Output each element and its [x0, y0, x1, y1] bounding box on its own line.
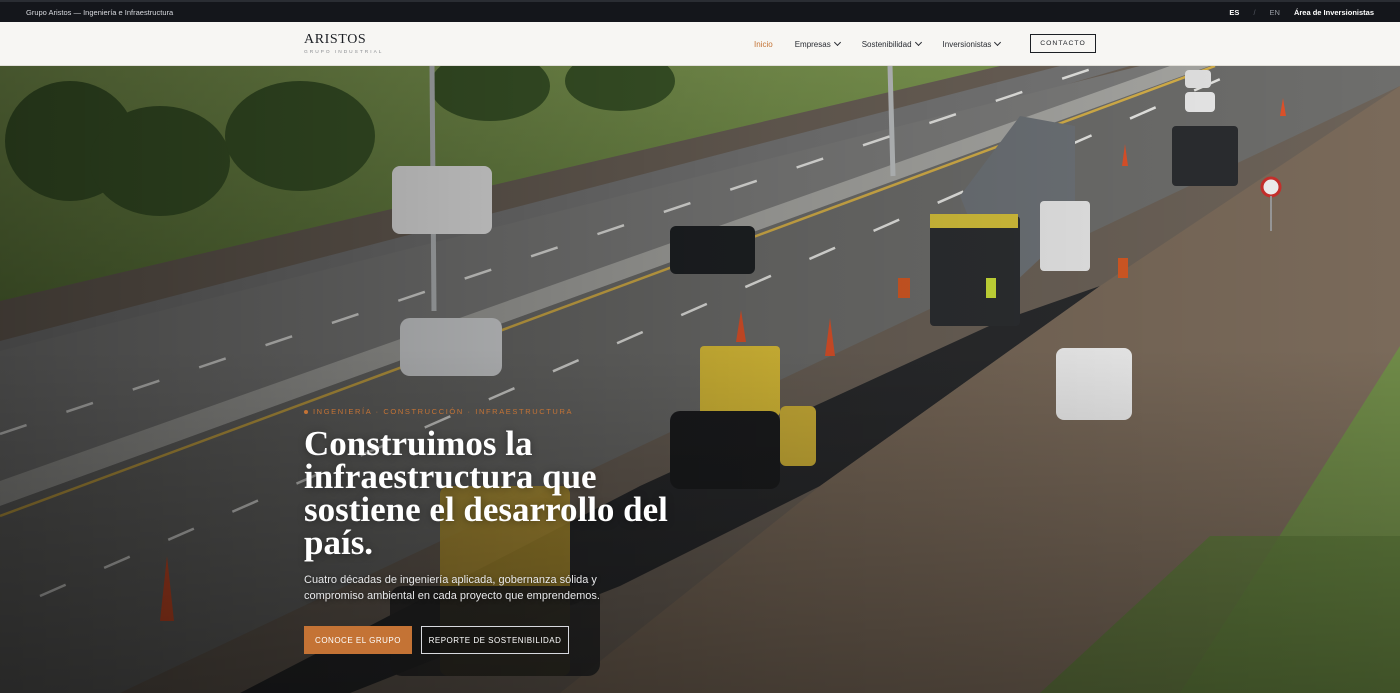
hero-eyebrow: INGENIERÍA · CONSTRUCCIÓN · INFRAESTRUCT… — [304, 407, 573, 416]
chevron-down-icon — [914, 38, 922, 47]
nav-item-label: Empresas — [794, 39, 831, 49]
conoce-el-grupo-button[interactable]: CONOCE EL GRUPO — [304, 626, 412, 654]
top-bar: Grupo Aristos — Ingeniería e Infraestruc… — [0, 0, 1400, 22]
sustainability-report-button[interactable]: REPORTE DE SOSTENIBILIDAD — [421, 626, 569, 654]
hero-description: Cuatro décadas de ingeniería aplicada, g… — [304, 574, 600, 602]
investors-area-link[interactable]: Área de Inversionistas — [1294, 8, 1374, 17]
hero-section: INGENIERÍA · CONSTRUCCIÓN · INFRAESTRUCT… — [0, 66, 1400, 693]
nav-item-label: Sostenibilidad — [861, 39, 912, 49]
site-header: ARISTOS GRUPO INDUSTRIAL Inicio Empresas… — [0, 22, 1400, 66]
logo-subtitle: GRUPO INDUSTRIAL — [304, 50, 384, 55]
brand-logo[interactable]: ARISTOS GRUPO INDUSTRIAL — [304, 32, 383, 55]
main-nav: Inicio Empresas Sostenibilidad Inversion… — [754, 22, 1002, 66]
nav-item-label: Inicio — [754, 39, 773, 49]
logo-text: ARISTOS — [304, 32, 367, 47]
nav-item-inicio[interactable]: Inicio — [754, 40, 773, 49]
hero-background-image — [0, 66, 1400, 693]
chevron-down-icon — [833, 38, 841, 47]
company-tagline: Grupo Aristos — Ingeniería e Infraestruc… — [26, 7, 174, 17]
nav-item-sostenibilidad[interactable]: Sostenibilidad — [861, 38, 922, 49]
nav-item-label: Inversionistas — [942, 39, 992, 49]
bullet-icon — [304, 409, 308, 414]
lang-en-link[interactable]: EN — [1270, 8, 1280, 17]
contact-button[interactable]: CONTACTO — [1030, 34, 1096, 53]
lang-es-link[interactable]: ES — [1229, 8, 1239, 17]
eyebrow-text: INGENIERÍA · CONSTRUCCIÓN · INFRAESTRUCT… — [313, 407, 574, 416]
top-bar-links: ES / EN Área de Inversionistas — [1229, 8, 1374, 17]
hero-title: Construimos la infraestructura que sosti… — [304, 424, 668, 562]
chevron-down-icon — [994, 38, 1002, 47]
nav-item-inversionistas[interactable]: Inversionistas — [942, 38, 1002, 49]
lang-separator: / — [1253, 7, 1256, 17]
nav-item-empresas[interactable]: Empresas — [794, 38, 841, 49]
